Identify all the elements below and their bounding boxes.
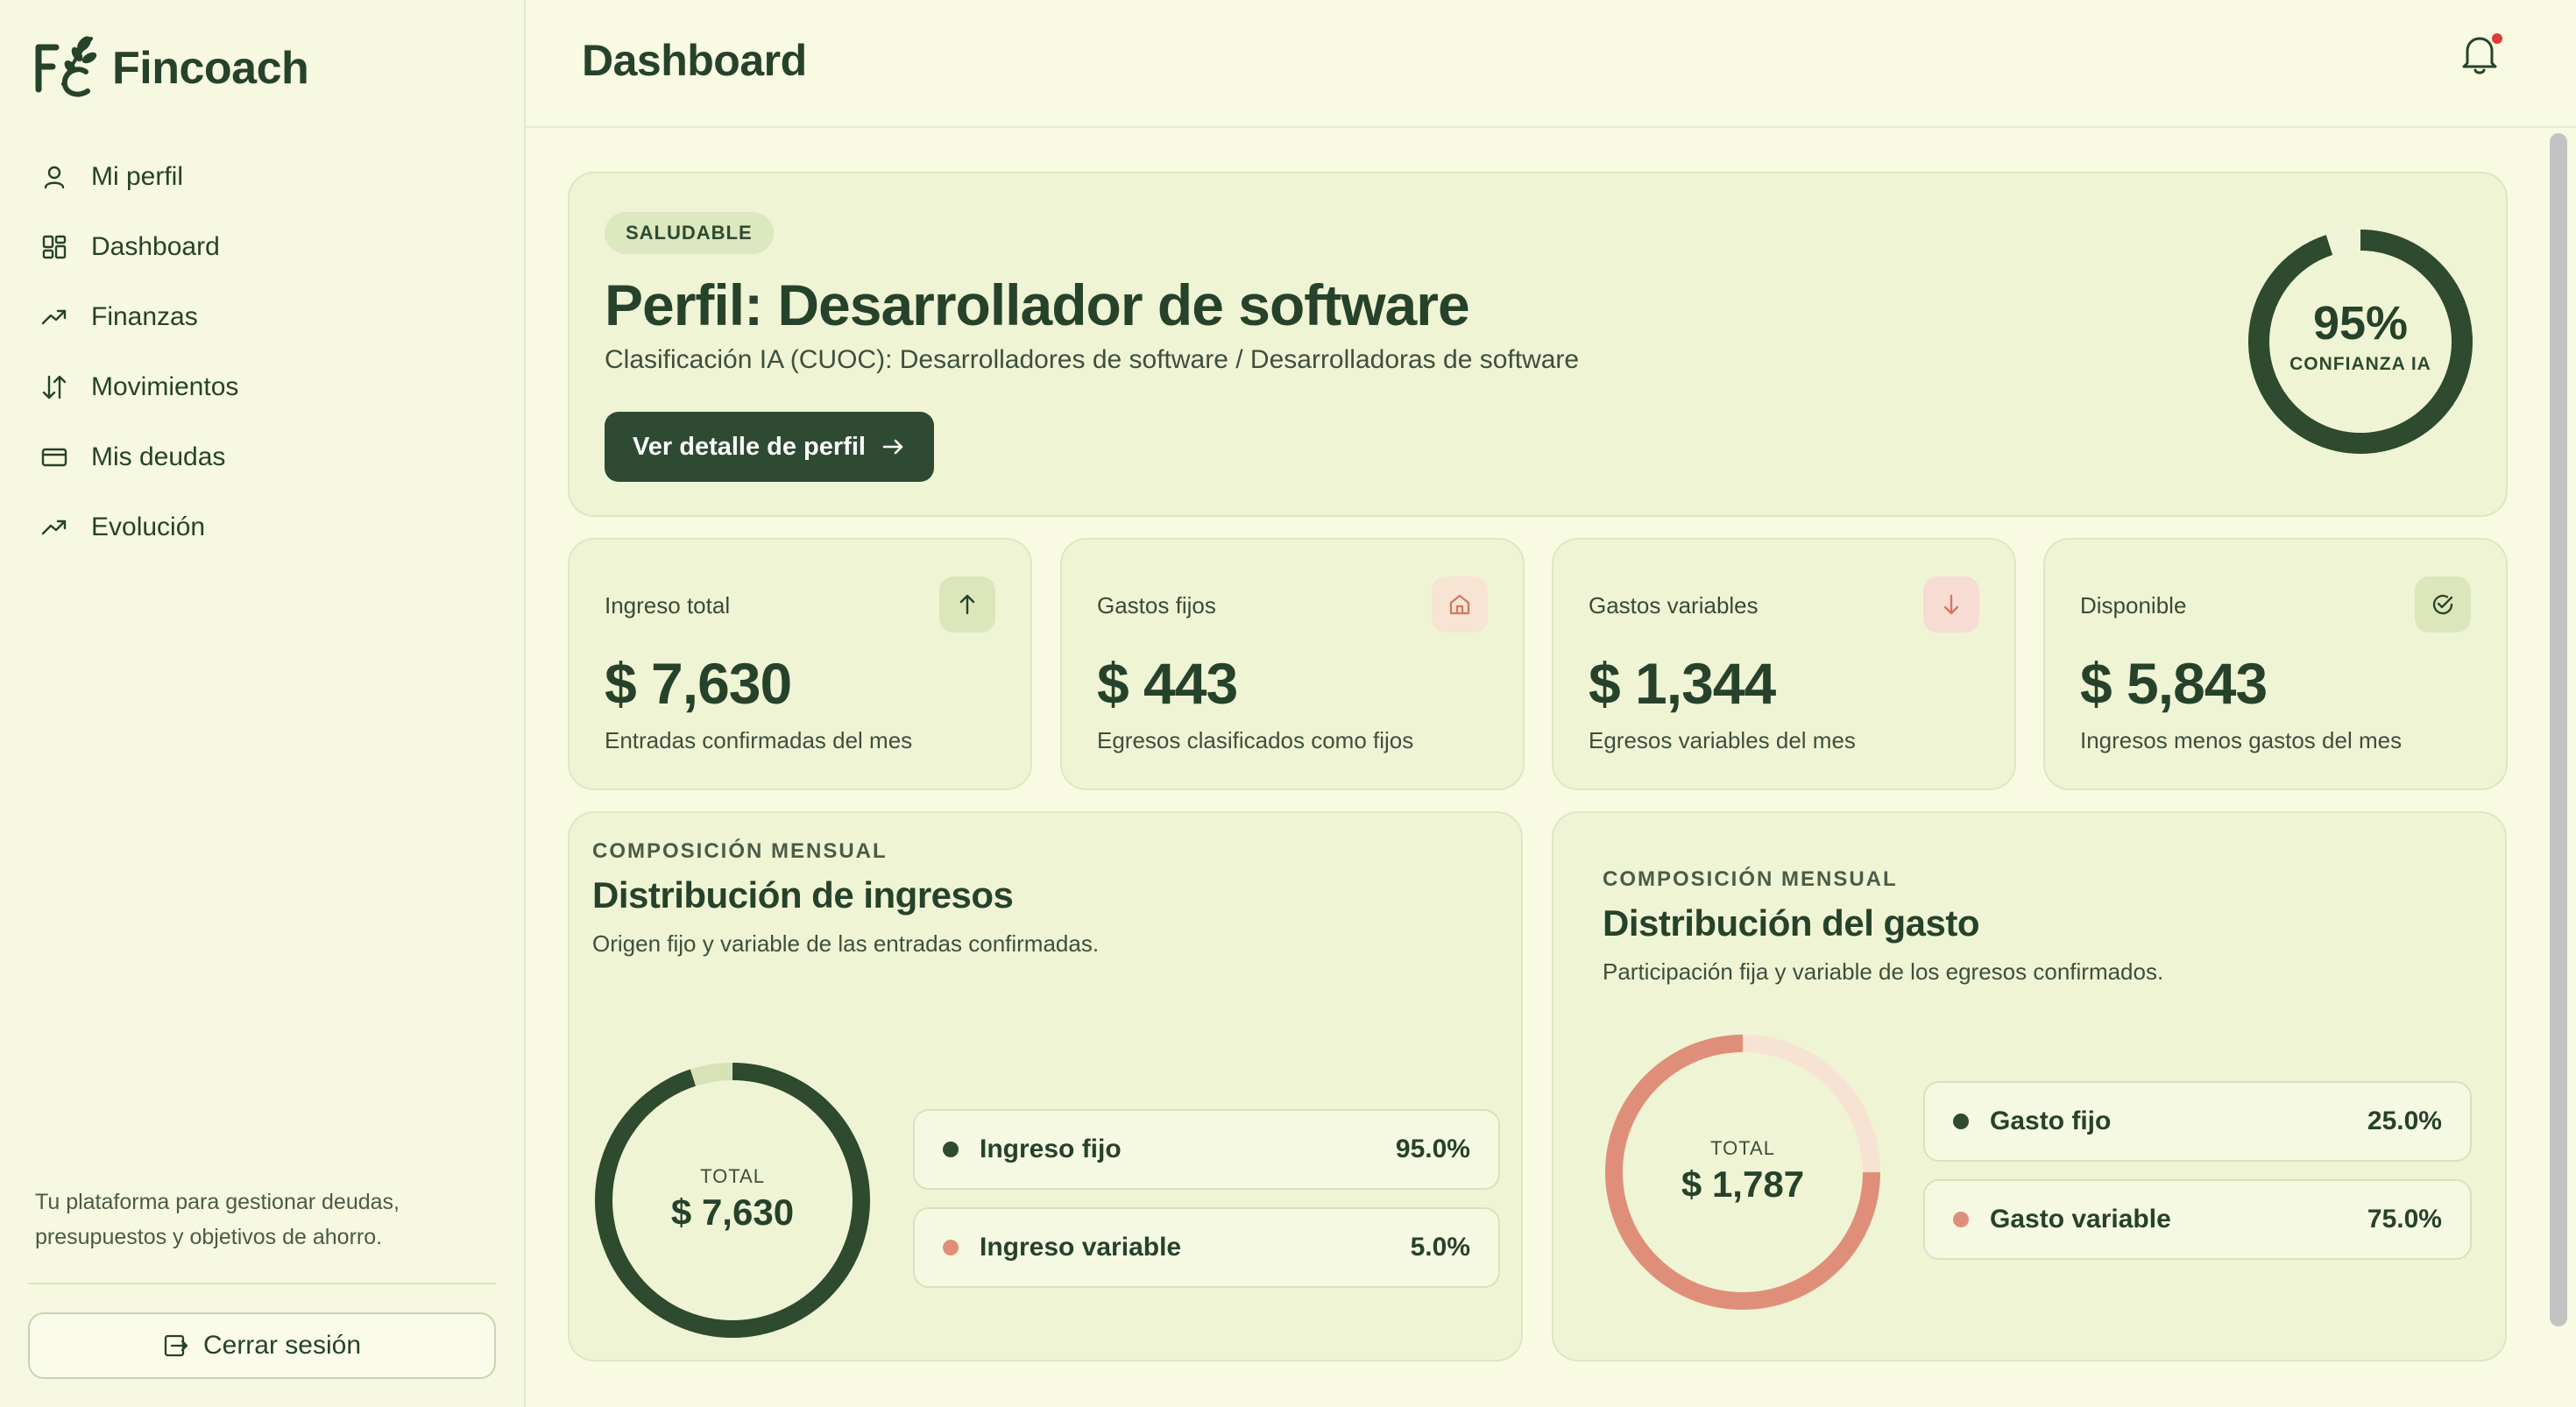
arrow-up-icon	[959, 594, 975, 615]
sidebar-item-label: Mis deudas	[91, 442, 226, 471]
stat-label: Gastos fijos	[1097, 592, 1216, 619]
stat-value: $ 1,344	[1589, 651, 1776, 716]
legend-dot	[1953, 1114, 1969, 1129]
legend-item-gasto-variable: Gasto variable 75.0%	[1923, 1179, 2472, 1260]
vertical-scrollbar[interactable]	[2550, 133, 2567, 1326]
credit-card-icon	[41, 448, 67, 467]
legend-label: Gasto variable	[1990, 1205, 2171, 1234]
sidebar-item-finanzas[interactable]: Finanzas	[28, 282, 501, 352]
legend-dot	[943, 1240, 959, 1255]
legend-percent: 5.0%	[1410, 1233, 1470, 1262]
logout-button[interactable]: Cerrar sesión	[28, 1312, 496, 1379]
confidence-value: 95%	[2312, 297, 2409, 350]
sidebar: Fincoach Mi perfil Dashboard Finanzas Mo…	[0, 0, 526, 1407]
donut-total-value: $ 7,630	[670, 1191, 795, 1233]
profile-detail-button[interactable]: Ver detalle de perfil	[605, 412, 934, 482]
section-eyebrow: COMPOSICIÓN MENSUAL	[1603, 867, 1898, 891]
sidebar-item-label: Dashboard	[91, 232, 220, 261]
stat-icon-box	[1432, 576, 1488, 633]
home-icon	[1449, 594, 1470, 615]
legend-percent: 95.0%	[1395, 1135, 1470, 1163]
donut-total-value: $ 1,787	[1681, 1163, 1805, 1205]
confidence-label: CONFIANZA IA	[2289, 354, 2431, 374]
brand-name: Fincoach	[112, 43, 309, 94]
arrow-right-icon	[882, 439, 903, 455]
stat-card-gastos-fijos: Gastos fijos $ 443 Egresos clasificados …	[1060, 538, 1525, 790]
legend-label: Gasto fijo	[1990, 1107, 2112, 1135]
page-title: Dashboard	[582, 36, 807, 85]
donut-total-label: TOTAL	[1710, 1137, 1775, 1159]
profile-detail-label: Ver detalle de perfil	[633, 432, 866, 461]
fincoach-logo-icon	[35, 36, 97, 97]
section-eyebrow: COMPOSICIÓN MENSUAL	[592, 839, 888, 863]
stat-label: Ingreso total	[605, 592, 731, 619]
sidebar-nav: Mi perfil Dashboard Finanzas Movimientos…	[28, 142, 501, 562]
income-donut-chart: TOTAL $ 7,630	[592, 1060, 873, 1340]
sidebar-item-label: Finanzas	[91, 302, 198, 331]
stat-label: Disponible	[2080, 592, 2187, 619]
arrows-up-down-icon	[42, 375, 67, 399]
stat-icon-box	[1923, 576, 1979, 633]
stat-card-disponible: Disponible $ 5,843 Ingresos menos gastos…	[2043, 538, 2508, 790]
brand[interactable]: Fincoach	[28, 32, 309, 105]
section-subtitle: Origen fijo y variable de las entradas c…	[592, 930, 1100, 957]
stat-icon-box	[2415, 576, 2471, 633]
sidebar-item-evolucion[interactable]: Evolución	[28, 492, 501, 562]
legend-item-ingreso-fijo: Ingreso fijo 95.0%	[913, 1109, 1500, 1190]
logout-icon	[164, 1334, 188, 1357]
legend-label: Ingreso fijo	[980, 1135, 1122, 1163]
logout-label: Cerrar sesión	[202, 1331, 362, 1360]
trend-up-icon	[41, 520, 67, 535]
notification-dot	[2490, 32, 2504, 46]
stat-value: $ 5,843	[2080, 651, 2268, 716]
grid-icon	[42, 235, 67, 259]
stat-description: Egresos clasificados como fijos	[1097, 727, 1414, 753]
confidence-ring: 95% CONFIANZA IA	[2245, 226, 2476, 457]
stat-description: Ingresos menos gastos del mes	[2080, 727, 2403, 753]
arrow-down-icon	[1943, 594, 1959, 615]
notification-button[interactable]	[2459, 32, 2504, 81]
profile-classification: Clasificación IA (CUOC): Desarrolladores…	[605, 345, 1580, 374]
sidebar-item-movimientos[interactable]: Movimientos	[28, 352, 501, 422]
stat-card-ingreso-total: Ingreso total $ 7,630 Entradas confirmad…	[568, 538, 1032, 790]
section-title: Distribución del gasto	[1603, 902, 1980, 944]
sidebar-item-dashboard[interactable]: Dashboard	[28, 212, 501, 282]
legend-dot	[943, 1142, 959, 1157]
legend-item-ingreso-variable: Ingreso variable 5.0%	[913, 1207, 1500, 1288]
sidebar-footer-text: Tu plataforma para gestionar deudas, pre…	[35, 1190, 400, 1249]
profile-title: Perfil: Desarrollador de software	[605, 272, 1470, 337]
section-title: Distribución de ingresos	[592, 874, 1014, 916]
stat-value: $ 443	[1097, 651, 1238, 716]
stat-card-gastos-variables: Gastos variables $ 1,344 Egresos variabl…	[1552, 538, 2016, 790]
donut-total-label: TOTAL	[700, 1165, 765, 1187]
legend-label: Ingreso variable	[980, 1233, 1182, 1262]
profile-card: SALUDABLE Perfil: Desarrollador de softw…	[568, 172, 2508, 517]
stat-description: Egresos variables del mes	[1589, 727, 1856, 753]
user-icon	[44, 166, 65, 189]
sidebar-item-mis-deudas[interactable]: Mis deudas	[28, 422, 501, 492]
topbar: Dashboard	[526, 0, 2576, 128]
legend-percent: 25.0%	[2367, 1107, 2442, 1135]
sidebar-item-mi-perfil[interactable]: Mi perfil	[28, 142, 501, 212]
legend-percent: 75.0%	[2367, 1205, 2442, 1234]
expense-donut-chart: TOTAL $ 1,787	[1603, 1032, 1883, 1312]
expense-distribution-card: COMPOSICIÓN MENSUAL Distribución del gas…	[1552, 811, 2507, 1361]
legend-dot	[1953, 1212, 1969, 1227]
check-circle-icon	[2432, 594, 2453, 615]
stat-icon-box	[939, 576, 995, 633]
income-distribution-card: COMPOSICIÓN MENSUAL Distribución de ingr…	[568, 811, 1523, 1361]
legend-item-gasto-fijo: Gasto fijo 25.0%	[1923, 1081, 2472, 1162]
stat-value: $ 7,630	[605, 651, 792, 716]
stat-label: Gastos variables	[1589, 592, 1759, 619]
trend-up-icon	[41, 309, 67, 325]
sidebar-item-label: Mi perfil	[91, 162, 184, 191]
sidebar-item-label: Movimientos	[91, 372, 239, 401]
status-badge: SALUDABLE	[605, 212, 774, 254]
stat-description: Entradas confirmadas del mes	[605, 727, 913, 753]
section-subtitle: Participación fija y variable de los egr…	[1603, 958, 2164, 985]
sidebar-item-label: Evolución	[91, 513, 206, 541]
sidebar-divider	[28, 1283, 496, 1284]
